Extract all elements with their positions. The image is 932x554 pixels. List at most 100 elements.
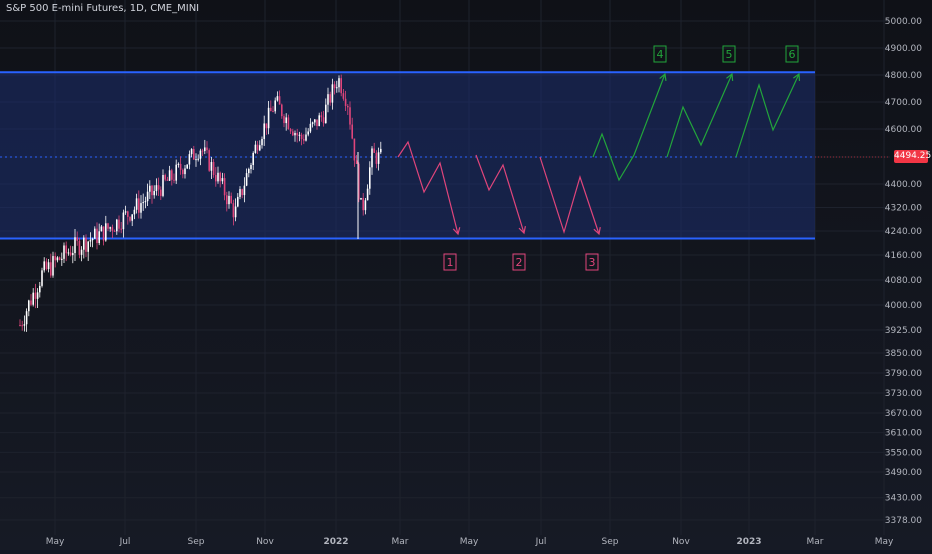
candle-body bbox=[21, 325, 23, 327]
candle-body bbox=[296, 133, 298, 136]
candle-body bbox=[215, 174, 217, 182]
scenario-5-label: 5 bbox=[726, 48, 733, 61]
candle-body bbox=[171, 170, 173, 180]
y-tick-label: 3490.00 bbox=[885, 468, 922, 478]
x-tick-label: 2022 bbox=[323, 537, 348, 547]
candle-body bbox=[116, 219, 118, 232]
x-tick-label: 2023 bbox=[736, 537, 761, 547]
y-tick-label: 3550.00 bbox=[885, 448, 922, 458]
candle-body bbox=[98, 231, 100, 244]
candle-body bbox=[355, 160, 358, 164]
candle-body bbox=[58, 257, 61, 260]
candle-body bbox=[344, 98, 347, 106]
candle-body bbox=[232, 203, 235, 218]
y-tick-label: 3610.00 bbox=[885, 429, 922, 439]
candle-body bbox=[45, 261, 48, 270]
y-tick-label: 4000.00 bbox=[885, 301, 922, 311]
candle-body bbox=[278, 96, 281, 105]
candle-body bbox=[283, 116, 285, 124]
x-tick-label: Sep bbox=[188, 537, 205, 547]
candle-body bbox=[65, 245, 67, 254]
candle-body bbox=[351, 124, 353, 139]
x-tick-label: Sep bbox=[602, 537, 619, 547]
y-tick-label: 4600.00 bbox=[885, 125, 922, 135]
candle-body bbox=[184, 168, 186, 175]
candle-body bbox=[153, 191, 155, 196]
candle-body bbox=[322, 117, 325, 124]
candle-body bbox=[140, 203, 142, 213]
candle-body bbox=[122, 212, 125, 230]
candle-body bbox=[380, 148, 382, 153]
candle-body bbox=[329, 94, 331, 103]
candle-body bbox=[316, 119, 318, 127]
candle-body bbox=[265, 123, 268, 129]
candle-body bbox=[270, 107, 272, 112]
candle-body bbox=[362, 198, 364, 211]
candle-body bbox=[349, 107, 351, 125]
candle-body bbox=[327, 94, 329, 105]
y-tick-label: 4160.00 bbox=[885, 251, 922, 261]
candle-body bbox=[129, 216, 131, 221]
y-tick-label: 3790.00 bbox=[885, 369, 922, 379]
candle-body bbox=[237, 196, 239, 207]
candle-body bbox=[109, 227, 111, 229]
candle-body bbox=[61, 258, 63, 260]
candle-body bbox=[311, 122, 314, 124]
x-tick-label: Nov bbox=[256, 537, 274, 547]
candle-body bbox=[342, 93, 345, 99]
candle-body bbox=[292, 131, 294, 136]
candle-body bbox=[281, 104, 283, 117]
scenario-4-label: 4 bbox=[657, 48, 664, 61]
candle-body bbox=[190, 149, 193, 155]
candle-body bbox=[89, 240, 92, 242]
candle-body bbox=[188, 154, 191, 165]
candle-body bbox=[173, 179, 175, 181]
candle-body bbox=[175, 164, 177, 181]
candle-body bbox=[151, 185, 153, 196]
candle-body bbox=[120, 228, 122, 230]
candle-body bbox=[366, 188, 369, 201]
candle-body bbox=[360, 198, 362, 200]
candle-body bbox=[221, 178, 224, 182]
chart-title: S&P 500 E-mini Futures, 1D, CME_MINI bbox=[6, 3, 200, 14]
candle-body bbox=[377, 152, 380, 164]
candle-body bbox=[228, 195, 230, 205]
candle-body bbox=[199, 150, 202, 159]
candle-body bbox=[160, 189, 162, 196]
candle-body bbox=[371, 148, 373, 168]
candle-body bbox=[157, 185, 160, 190]
candle-body bbox=[63, 245, 65, 259]
candle-body bbox=[375, 152, 378, 164]
candle-body bbox=[135, 198, 138, 210]
candle-body bbox=[107, 223, 109, 229]
candle-body bbox=[127, 211, 129, 217]
y-tick-label: 3670.00 bbox=[885, 409, 922, 419]
candle-body bbox=[256, 144, 259, 151]
scenario-6-label: 6 bbox=[789, 48, 796, 61]
candle-body bbox=[373, 148, 375, 153]
candle-body bbox=[28, 300, 30, 312]
candle-body bbox=[166, 179, 169, 181]
candle-body bbox=[261, 138, 263, 146]
candle-body bbox=[300, 134, 303, 140]
candle-body bbox=[305, 134, 307, 141]
candle-body bbox=[56, 257, 59, 261]
candle-body bbox=[179, 163, 182, 170]
candle-body bbox=[69, 252, 72, 256]
candle-body bbox=[307, 131, 309, 135]
candle-body bbox=[138, 198, 140, 213]
candle-body bbox=[74, 237, 76, 254]
x-tick-label: Jul bbox=[535, 537, 547, 547]
candle-body bbox=[142, 202, 144, 204]
candle-body bbox=[298, 134, 301, 136]
candle-body bbox=[52, 256, 54, 276]
x-tick-label: Mar bbox=[392, 537, 409, 547]
chart-area[interactable]: 1 2 3 4 5 6 5000.00 4900.00 4800.00 4700.00 4600.0… bbox=[0, 0, 932, 550]
x-tick-label: May bbox=[46, 537, 65, 547]
candle-body bbox=[85, 237, 87, 252]
candle-body bbox=[34, 292, 37, 299]
candle-body bbox=[230, 195, 232, 204]
chart-svg[interactable]: 1 2 3 4 5 6 5000.00 4900.00 4800.00 4700.00 4600.0… bbox=[0, 0, 932, 550]
candle-body bbox=[94, 228, 96, 239]
candle-body bbox=[111, 227, 114, 231]
